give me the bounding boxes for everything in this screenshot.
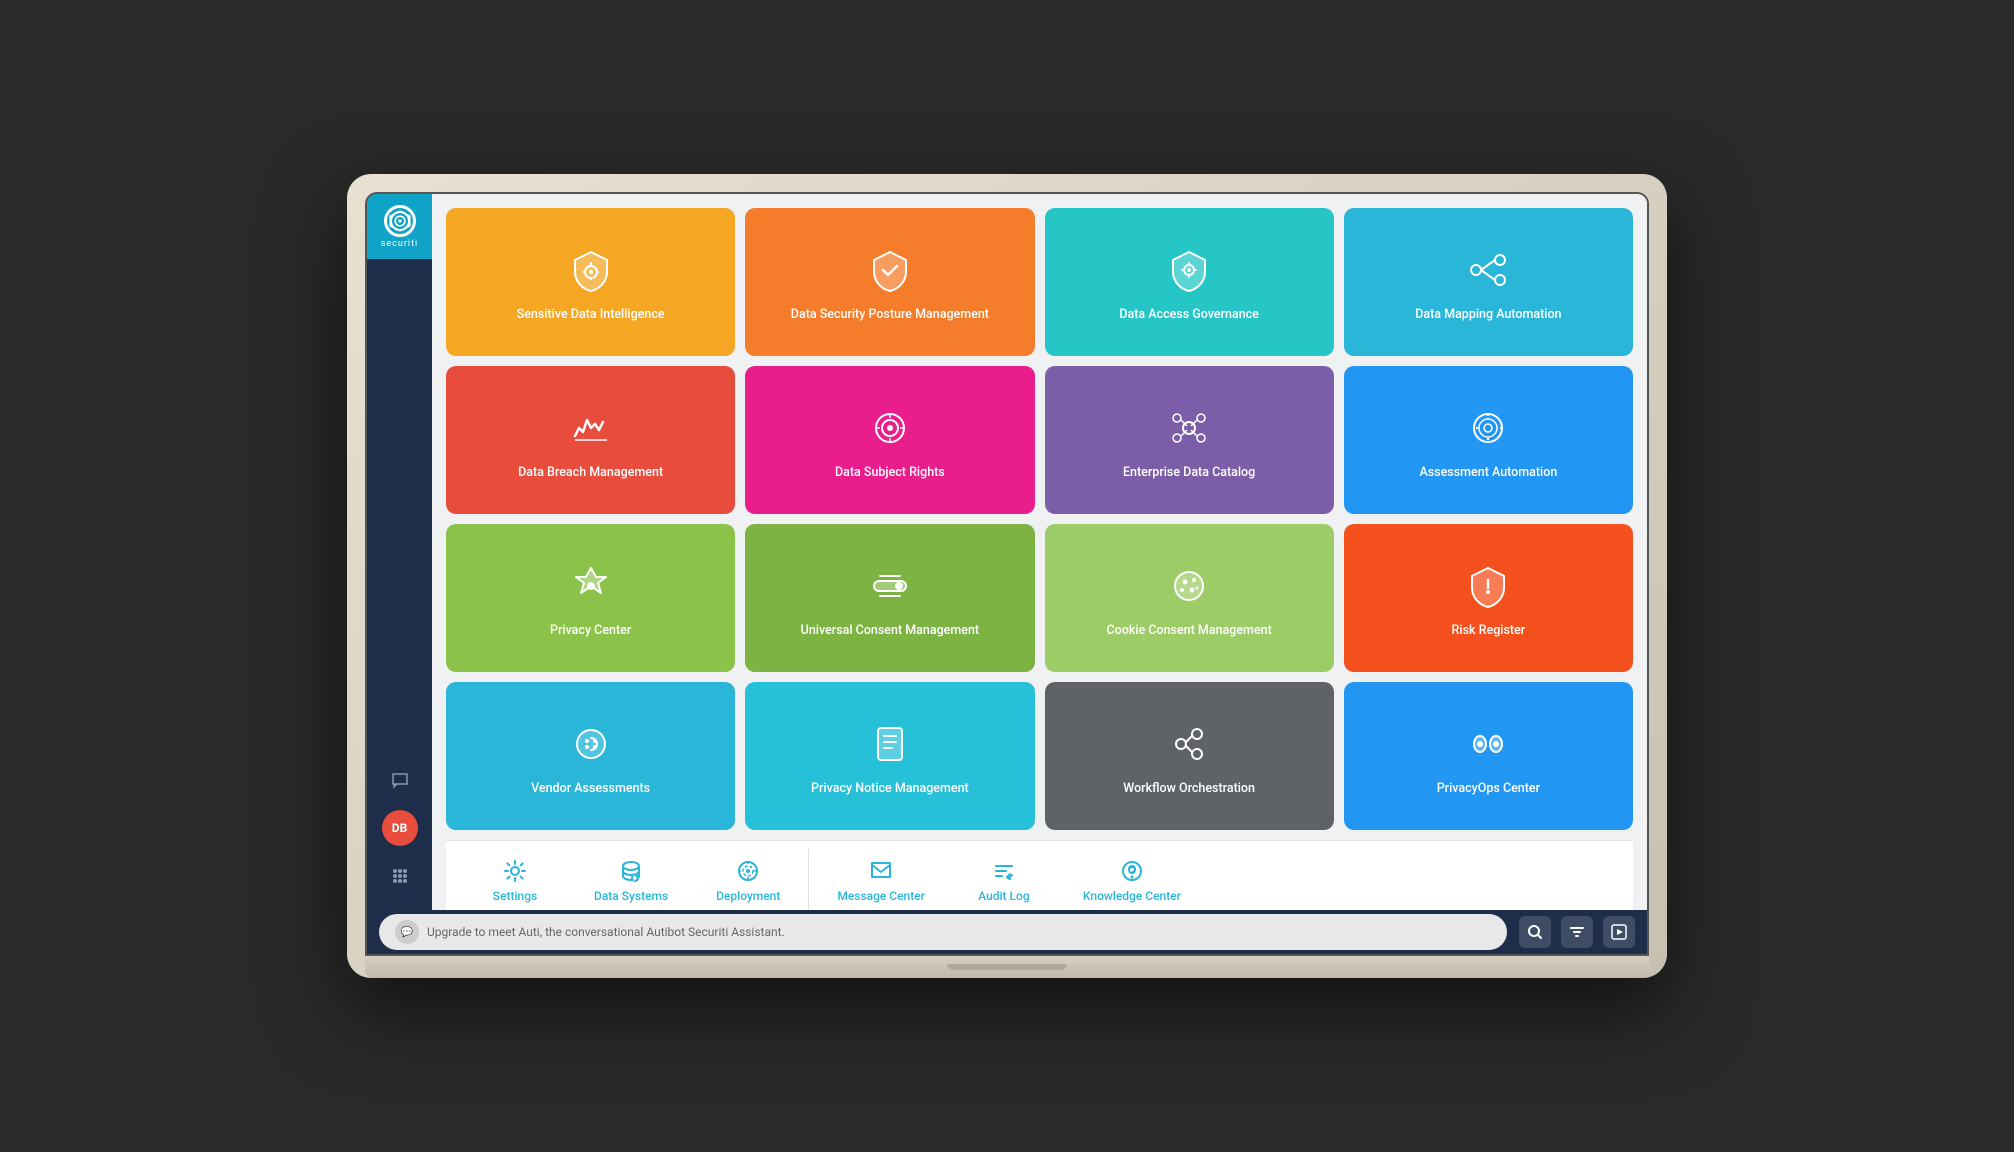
util-section-right: Message Center Audit Log — [813, 849, 1205, 910]
data-systems-label: Data Systems — [594, 889, 668, 903]
pnm-icon — [864, 718, 916, 770]
tile-dag[interactable]: Data Access Governance — [1045, 208, 1334, 356]
tile-pnm[interactable]: Privacy Notice Management — [745, 682, 1034, 830]
message-center-icon — [867, 857, 895, 885]
deployment-tile[interactable]: Deployment — [692, 849, 804, 910]
aa-label: Assessment Automation — [1419, 464, 1557, 482]
edc-icon — [1163, 402, 1215, 454]
pc-label: Privacy Center — [550, 622, 631, 640]
chat-message: Upgrade to meet Auti, the conversational… — [427, 925, 785, 939]
settings-label: Settings — [493, 889, 537, 903]
tile-ccm[interactable]: Cookie Consent Management — [1045, 524, 1334, 672]
tile-sensitive-data[interactable]: Sensitive Data Intelligence — [446, 208, 735, 356]
aa-icon — [1462, 402, 1514, 454]
rr-icon — [1462, 560, 1514, 612]
pnm-label: Privacy Notice Management — [811, 780, 969, 798]
audit-log-label: Audit Log — [978, 889, 1029, 903]
pc-icon — [565, 560, 617, 612]
dspm-label: Data Security Posture Management — [791, 306, 989, 324]
sensitive-data-label: Sensitive Data Intelligence — [517, 306, 665, 324]
logo-icon — [384, 205, 416, 237]
utility-bar: Settings — [446, 840, 1633, 910]
sidebar-grid-icon[interactable] — [382, 858, 418, 894]
deployment-icon — [734, 857, 762, 885]
tile-wo[interactable]: Workflow Orchestration — [1045, 682, 1334, 830]
knowledge-center-label: Knowledge Center — [1083, 889, 1181, 903]
chat-avatar-dot: 💬 — [395, 920, 419, 944]
deployment-label: Deployment — [716, 889, 780, 903]
search-button[interactable] — [1519, 916, 1551, 948]
play-button[interactable] — [1603, 916, 1635, 948]
tile-row-1: Sensitive Data Intelligence Data Securit… — [446, 208, 1633, 356]
tile-va[interactable]: Vendor Assessments — [446, 682, 735, 830]
sidebar-chat-icon[interactable] — [382, 762, 418, 798]
dspm-icon — [864, 244, 916, 296]
ccm-icon — [1163, 560, 1215, 612]
sidebar-logo[interactable]: securiti — [367, 194, 432, 259]
chat-bubble[interactable]: 💬 Upgrade to meet Auti, the conversation… — [379, 914, 1507, 950]
audit-log-icon — [990, 857, 1018, 885]
audit-log-tile[interactable]: Audit Log — [949, 849, 1059, 910]
ucm-icon — [864, 560, 916, 612]
settings-tile[interactable]: Settings — [460, 849, 570, 910]
data-systems-tile[interactable]: Data Systems — [570, 849, 692, 910]
va-label: Vendor Assessments — [531, 780, 650, 798]
tile-edc[interactable]: Enterprise Data Catalog — [1045, 366, 1334, 514]
bottom-bar: 💬 Upgrade to meet Auti, the conversation… — [367, 910, 1647, 954]
poc-icon — [1462, 718, 1514, 770]
poc-label: PrivacyOps Center — [1437, 780, 1540, 798]
dag-label: Data Access Governance — [1119, 306, 1259, 324]
sidebar: securiti DB — [367, 194, 432, 910]
tile-dma[interactable]: Data Mapping Automation — [1344, 208, 1633, 356]
user-avatar[interactable]: DB — [382, 810, 418, 846]
wo-label: Workflow Orchestration — [1123, 780, 1255, 798]
ccm-label: Cookie Consent Management — [1106, 622, 1271, 640]
tile-row-2: Data Breach Management — [446, 366, 1633, 514]
tile-rr[interactable]: Risk Register — [1344, 524, 1633, 672]
wo-icon — [1163, 718, 1215, 770]
rr-label: Risk Register — [1452, 622, 1526, 640]
dma-icon — [1462, 244, 1514, 296]
tile-pc[interactable]: Privacy Center — [446, 524, 735, 672]
bottom-actions — [1519, 916, 1635, 948]
edc-label: Enterprise Data Catalog — [1123, 464, 1255, 482]
dma-label: Data Mapping Automation — [1415, 306, 1561, 324]
tile-row-3: Privacy Center Universal Consent Manage — [446, 524, 1633, 672]
tile-dbm[interactable]: Data Breach Management — [446, 366, 735, 514]
message-center-label: Message Center — [837, 889, 925, 903]
dbm-label: Data Breach Management — [518, 464, 663, 482]
va-icon — [565, 718, 617, 770]
content-area: Sensitive Data Intelligence Data Securit… — [432, 194, 1647, 910]
dag-icon — [1163, 244, 1215, 296]
tile-poc[interactable]: PrivacyOps Center — [1344, 682, 1633, 830]
dsr-icon — [864, 402, 916, 454]
tile-row-4: Vendor Assessments Privacy Notice Manage… — [446, 682, 1633, 830]
util-section-left: Settings — [460, 849, 804, 910]
dbm-icon — [565, 402, 617, 454]
message-center-tile[interactable]: Message Center — [813, 849, 949, 910]
sensitive-data-icon — [565, 244, 617, 296]
settings-icon — [501, 857, 529, 885]
filter-button[interactable] — [1561, 916, 1593, 948]
tile-dspm[interactable]: Data Security Posture Management — [745, 208, 1034, 356]
tile-ucm[interactable]: Universal Consent Management — [745, 524, 1034, 672]
knowledge-center-icon — [1118, 857, 1146, 885]
dsr-label: Data Subject Rights — [835, 464, 945, 482]
tile-dsr[interactable]: Data Subject Rights — [745, 366, 1034, 514]
utility-divider — [808, 849, 809, 910]
ucm-label: Universal Consent Management — [801, 622, 979, 640]
tile-aa[interactable]: Assessment Automation — [1344, 366, 1633, 514]
logo-text: securiti — [381, 239, 418, 249]
data-systems-icon — [617, 857, 645, 885]
knowledge-center-tile[interactable]: Knowledge Center — [1059, 849, 1205, 910]
